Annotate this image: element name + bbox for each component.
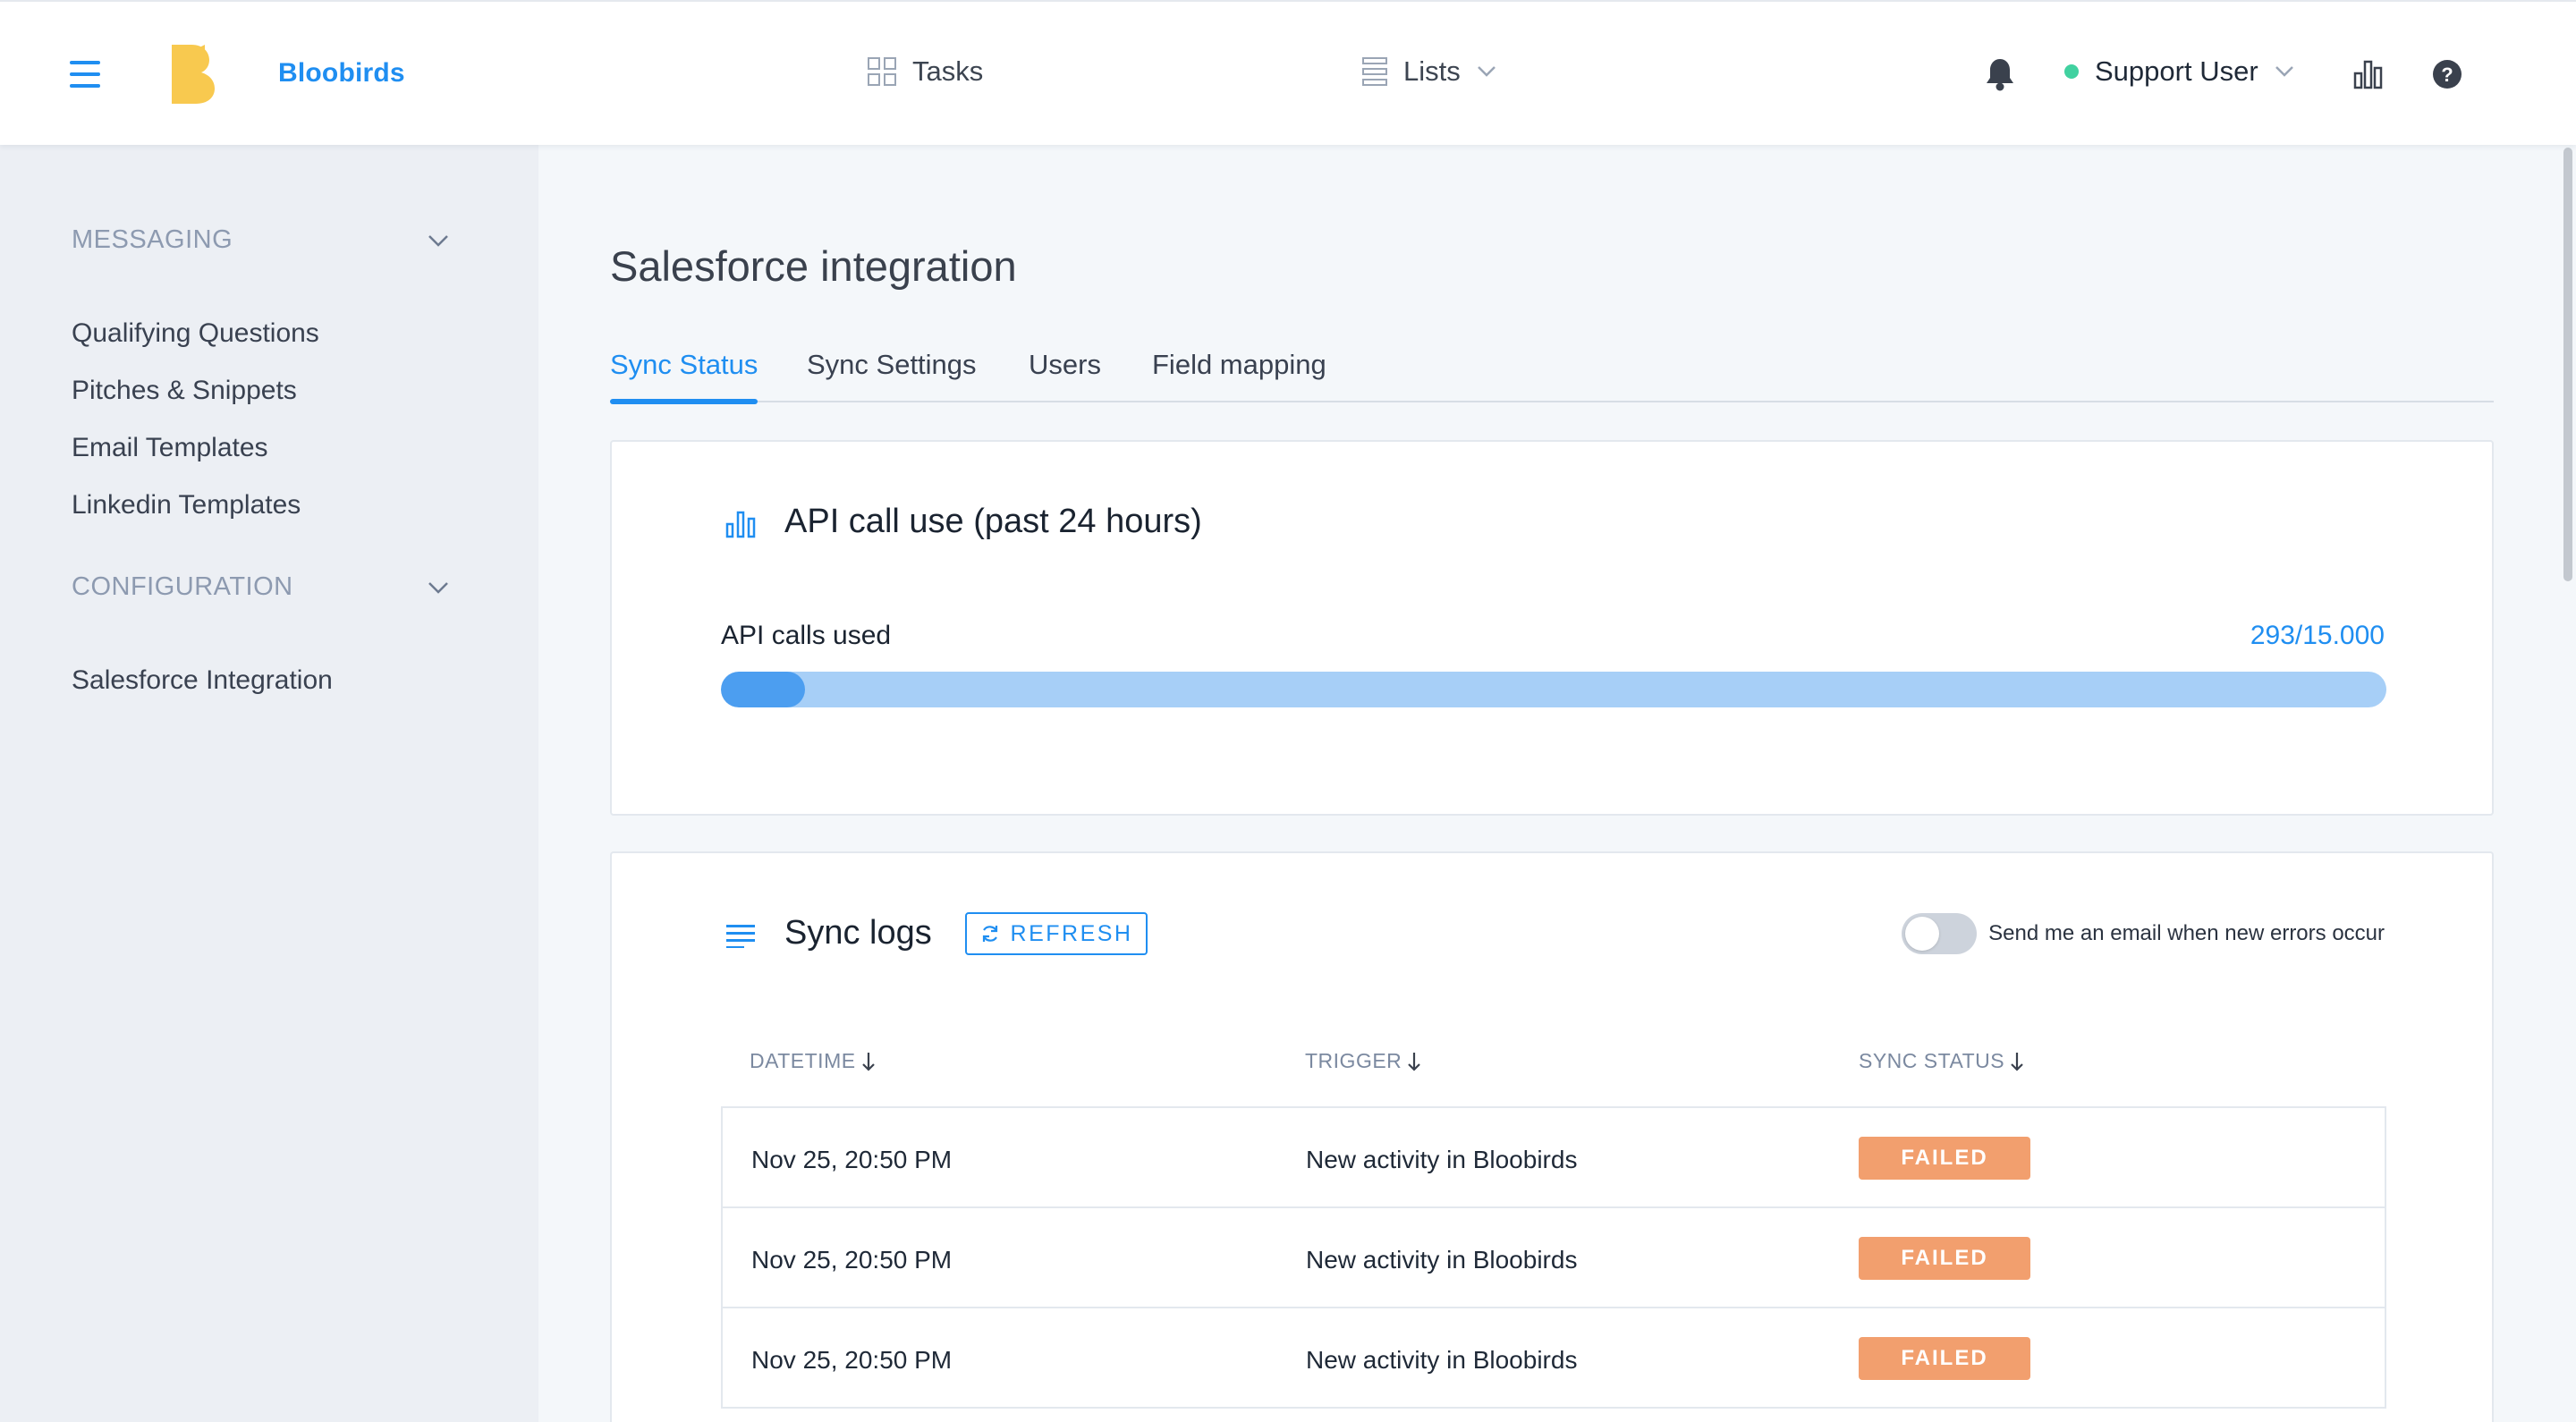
sidebar-item-salesforce-integration[interactable]: Salesforce Integration	[72, 665, 333, 696]
sidebar-item-linkedin-templates[interactable]: Linkedin Templates	[72, 490, 301, 521]
sidebar-section-title: CONFIGURATION	[72, 572, 293, 601]
online-status-dot	[2064, 64, 2079, 79]
sidebar: MESSAGING Qualifying Questions Pitches &…	[0, 145, 538, 1422]
bell-icon[interactable]	[1985, 57, 2015, 91]
chevron-down-icon	[428, 581, 448, 594]
top-navigation-bar: Bloobirds Tasks Lists Support User ?	[0, 0, 2576, 145]
column-header-label: DATETIME	[750, 1049, 856, 1072]
nav-tasks-label: Tasks	[912, 55, 984, 87]
nav-tasks[interactable]: Tasks	[868, 55, 983, 88]
list-icon	[1362, 57, 1387, 86]
arrow-down-icon	[861, 1052, 875, 1071]
refresh-icon	[982, 926, 997, 942]
api-card-title: API call use (past 24 hours)	[784, 503, 1202, 540]
page-title: Salesforce integration	[610, 242, 1017, 290]
tab-bar: Sync Status Sync Settings Users Field ma…	[610, 349, 2494, 404]
column-header-sync-status[interactable]: SYNC STATUS	[1859, 1049, 2024, 1073]
nav-lists-label: Lists	[1403, 55, 1461, 87]
chevron-down-icon	[1477, 66, 1496, 77]
api-calls-value: 293/15.000	[2250, 621, 2385, 650]
chevron-down-icon	[2275, 66, 2293, 77]
sidebar-item-email-templates[interactable]: Email Templates	[72, 433, 268, 463]
tab-sync-status[interactable]: Sync Status	[610, 349, 758, 404]
sidebar-item-qualifying-questions[interactable]: Qualifying Questions	[72, 318, 319, 349]
cell-trigger: New activity in Bloobirds	[1306, 1246, 1578, 1274]
sync-logs-table: Nov 25, 20:50 PM New activity in Bloobir…	[721, 1106, 2386, 1409]
api-calls-label: API calls used	[721, 621, 892, 650]
chevron-down-icon	[428, 234, 448, 247]
status-badge: FAILED	[1859, 1237, 2030, 1280]
cell-trigger: New activity in Bloobirds	[1306, 1146, 1578, 1173]
cell-datetime: Nov 25, 20:50 PM	[751, 1146, 953, 1173]
refresh-button[interactable]: REFRESH	[965, 912, 1148, 955]
arrow-down-icon	[2011, 1052, 2023, 1071]
user-menu[interactable]: Support User	[2064, 55, 2294, 88]
api-usage-progress-bar	[721, 672, 2386, 707]
table-row[interactable]: Nov 25, 20:50 PM New activity in Bloobir…	[723, 1108, 2385, 1208]
email-errors-toggle-label: Send me an email when new errors occur	[1988, 921, 2385, 945]
bar-chart-icon	[725, 511, 756, 538]
column-header-datetime[interactable]: DATETIME	[750, 1049, 876, 1073]
api-usage-card: API call use (past 24 hours) API calls u…	[610, 440, 2494, 816]
status-badge: FAILED	[1859, 1137, 2030, 1180]
brand-name[interactable]: Bloobirds	[278, 58, 405, 89]
menu-icon[interactable]	[70, 61, 100, 88]
tab-field-mapping[interactable]: Field mapping	[1152, 349, 1326, 401]
text-lines-icon	[726, 925, 755, 948]
nav-lists[interactable]: Lists	[1362, 55, 1496, 88]
tab-sync-settings[interactable]: Sync Settings	[807, 349, 977, 401]
table-row[interactable]: Nov 25, 20:50 PM New activity in Bloobir…	[723, 1308, 2385, 1409]
sync-logs-card: Sync logs REFRESH Send me an email when …	[610, 851, 2494, 1422]
user-name: Support User	[2095, 55, 2258, 87]
tab-users[interactable]: Users	[1029, 349, 1101, 401]
scrollbar-thumb[interactable]	[2563, 148, 2572, 581]
sidebar-item-pitches-snippets[interactable]: Pitches & Snippets	[72, 376, 297, 406]
table-row[interactable]: Nov 25, 20:50 PM New activity in Bloobir…	[723, 1208, 2385, 1308]
sidebar-section-configuration[interactable]: CONFIGURATION	[72, 572, 449, 602]
api-usage-progress-fill	[721, 672, 805, 707]
bar-chart-icon[interactable]	[2352, 59, 2383, 89]
bloobirds-logo[interactable]	[168, 45, 218, 104]
column-header-trigger[interactable]: TRIGGER	[1305, 1049, 1421, 1073]
email-errors-toggle[interactable]	[1902, 913, 1977, 954]
sidebar-section-title: MESSAGING	[72, 225, 233, 254]
arrow-down-icon	[1408, 1052, 1421, 1071]
status-badge: FAILED	[1859, 1337, 2030, 1380]
sync-logs-title: Sync logs	[784, 914, 932, 952]
svg-text:?: ?	[2441, 63, 2453, 86]
refresh-label: REFRESH	[1010, 920, 1133, 946]
help-icon[interactable]: ?	[2432, 59, 2462, 89]
column-header-label: SYNC STATUS	[1859, 1049, 2005, 1072]
cell-datetime: Nov 25, 20:50 PM	[751, 1246, 953, 1274]
cell-datetime: Nov 25, 20:50 PM	[751, 1346, 953, 1374]
column-header-label: TRIGGER	[1305, 1049, 1402, 1072]
sidebar-section-messaging[interactable]: MESSAGING	[72, 225, 449, 255]
toggle-knob	[1905, 917, 1939, 951]
grid-icon	[868, 57, 896, 86]
cell-trigger: New activity in Bloobirds	[1306, 1346, 1578, 1374]
